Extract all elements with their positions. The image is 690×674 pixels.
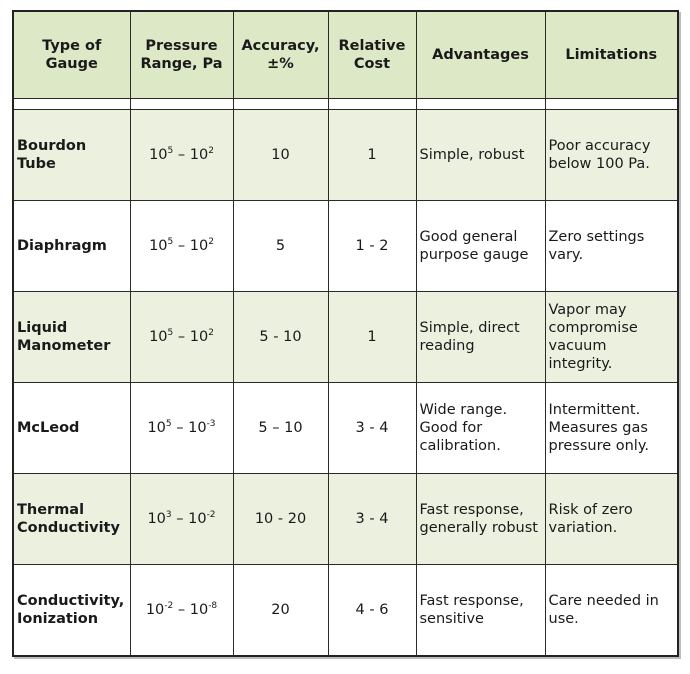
header-text: ±% <box>267 56 294 72</box>
accuracy-cell: 20 <box>232 564 329 657</box>
gauge-type-cell: Diaphragm <box>12 200 131 292</box>
spacer-cell <box>12 98 131 110</box>
header-text: Cost <box>353 56 391 72</box>
accuracy-cell: 5 - 10 <box>232 291 329 383</box>
gauge-type-cell: Conductivity, Ionization <box>12 564 131 657</box>
table-row: Thermal Conductivity 103 – 10-2 10 - 20 3 -… <box>12 473 679 565</box>
spacer-cell <box>544 98 679 110</box>
range-low-base: 10 <box>189 238 209 254</box>
header-text: Pressure <box>145 38 218 54</box>
relative-cost-cell: 3 - 4 <box>327 382 417 474</box>
header-text: Range, Pa <box>140 56 223 72</box>
spacer-cell <box>415 98 546 110</box>
relative-cost-cell: 1 <box>327 291 417 383</box>
accuracy-cell: 5 – 10 <box>232 382 329 474</box>
pressure-range-cell: 105 – 102 <box>129 200 234 292</box>
pressure-range-cell: 105 – 102 <box>129 109 234 201</box>
range-low-exponent: -2 <box>206 510 216 521</box>
header-row: Type of Gauge Pressure Range, Pa Accuracy,… <box>12 10 679 99</box>
advantages-cell: Simple, robust <box>415 109 546 201</box>
range-separator: – <box>173 602 190 618</box>
limitations-cell: Vapor may compromise vacuum integrity. <box>544 291 679 383</box>
pressure-range-cell: 105 – 10-3 <box>129 382 234 474</box>
table-row: Liquid Manometer 105 – 102 5 - 10 1 Simple, … <box>12 291 679 383</box>
gauge-type-cell: McLeod <box>12 382 131 474</box>
header-pressure-range: Pressure Range, Pa <box>129 10 234 99</box>
relative-cost-cell: 1 - 2 <box>327 200 417 292</box>
range-low-exponent: 2 <box>208 146 214 157</box>
limitations-cell: Risk of zero variation. <box>544 473 679 565</box>
header-text: Limitations <box>565 47 658 63</box>
range-separator: – <box>173 329 190 345</box>
header-spacer-row <box>12 98 679 110</box>
range-high-base: 10 <box>147 420 166 436</box>
range-separator: – <box>171 511 189 527</box>
range-high-base: 10 <box>145 602 165 618</box>
header-text: Type of <box>42 38 102 54</box>
spacer-cell <box>327 98 417 110</box>
advantages-cell: Wide range. Good for calibration. <box>415 382 546 474</box>
range-separator: – <box>171 420 189 436</box>
advantages-cell: Good general purpose gauge <box>415 200 546 292</box>
pressure-range-cell: 103 – 10-2 <box>129 473 234 565</box>
limitations-cell: Zero settings vary. <box>544 200 679 292</box>
range-high-base: 10 <box>149 147 168 163</box>
range-separator: – <box>173 238 190 254</box>
header-text: Advantages <box>432 47 529 63</box>
limitations-cell: Poor accuracy below 100 Pa. <box>544 109 679 201</box>
accuracy-cell: 5 <box>232 200 329 292</box>
range-high-base: 10 <box>149 238 168 254</box>
range-low-exponent: 2 <box>208 328 214 339</box>
range-low-base: 10 <box>189 147 209 163</box>
header-text: Accuracy, <box>241 38 320 54</box>
gauge-type-cell: Thermal Conductivity <box>12 473 131 565</box>
table-row: Conductivity, Ionization 10-2 – 10-8 20 4 -… <box>12 564 679 657</box>
gauge-type-cell: Liquid Manometer <box>12 291 131 383</box>
header-text: Gauge <box>45 56 98 72</box>
range-low-exponent: -8 <box>208 601 218 612</box>
table-row: Bourdon Tube 105 – 102 10 1 Simple, robust Po… <box>12 109 679 201</box>
range-low-exponent: -3 <box>206 419 216 430</box>
range-separator: – <box>173 147 190 163</box>
limitations-cell: Care needed in use. <box>544 564 679 657</box>
header-relative-cost: Relative Cost <box>327 10 417 99</box>
header-accuracy: Accuracy, ±% <box>232 10 329 99</box>
relative-cost-cell: 1 <box>327 109 417 201</box>
range-low-base: 10 <box>189 602 209 618</box>
range-low-exponent: 2 <box>208 237 214 248</box>
range-low-base: 10 <box>188 420 207 436</box>
relative-cost-cell: 3 - 4 <box>327 473 417 565</box>
range-low-base: 10 <box>189 329 209 345</box>
pressure-range-cell: 10-2 – 10-8 <box>129 564 234 657</box>
advantages-cell: Fast response, sensitive <box>415 564 546 657</box>
header-text: Relative <box>338 38 406 54</box>
relative-cost-cell: 4 - 6 <box>327 564 417 657</box>
range-high-base: 10 <box>147 511 166 527</box>
table-row: McLeod 105 – 10-3 5 – 10 3 - 4 Wide range. G… <box>12 382 679 474</box>
accuracy-cell: 10 - 20 <box>232 473 329 565</box>
range-low-base: 10 <box>188 511 207 527</box>
accuracy-cell: 10 <box>232 109 329 201</box>
header-limitations: Limitations <box>544 10 679 99</box>
spacer-cell <box>232 98 329 110</box>
spacer-cell <box>129 98 234 110</box>
header-advantages: Advantages <box>415 10 546 99</box>
pressure-gauge-comparison-table: Type of Gauge Pressure Range, Pa Accuracy,… <box>12 10 679 657</box>
gauge-type-cell: Bourdon Tube <box>12 109 131 201</box>
limitations-cell: Intermittent. Measures gas pressure only… <box>544 382 679 474</box>
header-type-of-gauge: Type of Gauge <box>12 10 131 99</box>
pressure-range-cell: 105 – 102 <box>129 291 234 383</box>
advantages-cell: Simple, direct reading <box>415 291 546 383</box>
range-high-base: 10 <box>149 329 168 345</box>
range-high-exponent: -2 <box>164 601 174 612</box>
advantages-cell: Fast response, generally robust <box>415 473 546 565</box>
table-row: Diaphragm 105 – 102 5 1 - 2 Good general pur… <box>12 200 679 292</box>
